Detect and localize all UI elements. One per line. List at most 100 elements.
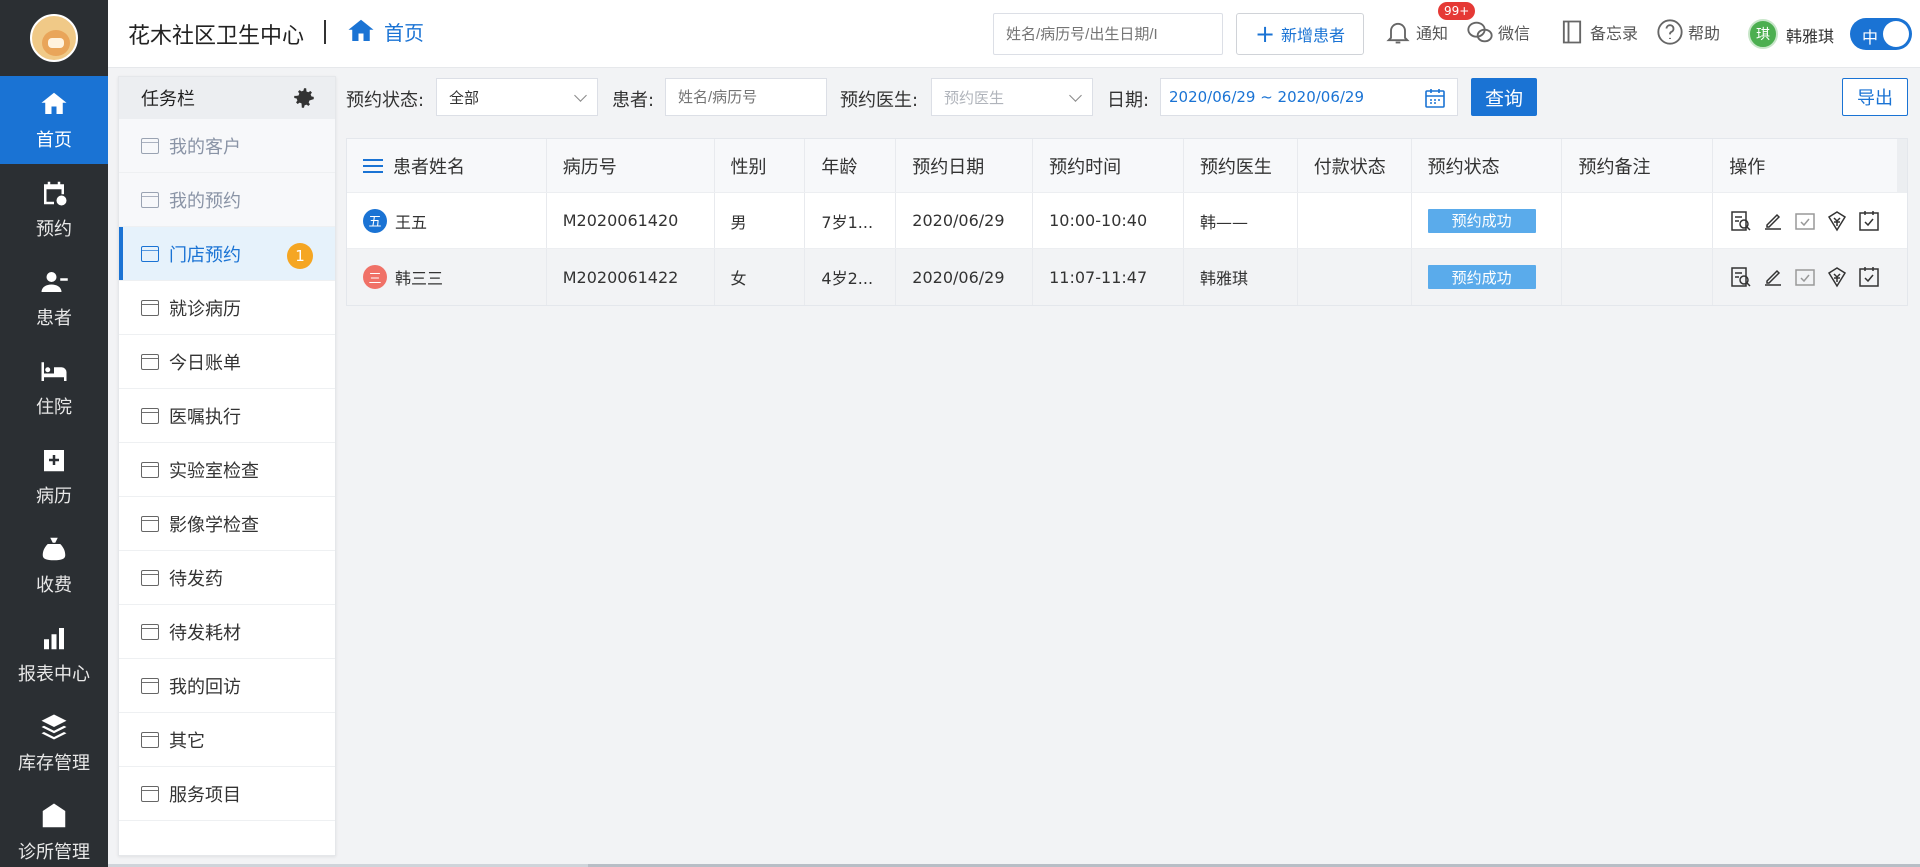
date-range-value: 2020/06/29 ~ 2020/06/29: [1169, 88, 1365, 106]
nav-item-label: 报表中心: [18, 663, 90, 685]
task-item-imaging[interactable]: 影像学检查: [119, 497, 335, 551]
nav-item-inventory[interactable]: 库存管理: [0, 698, 108, 787]
status-select[interactable]: 全部: [436, 78, 598, 116]
nav-item-inpatient[interactable]: 住院: [0, 342, 108, 431]
help-icon: [1657, 19, 1683, 45]
table-header: 患者姓名 病历号 性别 年龄 预约日期 预约时间 预约医生 付款状态 预约状态 …: [347, 139, 1907, 193]
doctor-filter-label: 预约医生:: [840, 90, 919, 111]
breadcrumb[interactable]: 首页: [346, 16, 424, 46]
chevron-down-icon: [1069, 89, 1082, 102]
memo-button[interactable]: 备忘录: [1558, 18, 1638, 46]
cell-actions: [1713, 193, 1907, 248]
user-name[interactable]: 韩雅琪: [1786, 23, 1834, 47]
book-icon: [1562, 20, 1582, 44]
avatar[interactable]: [30, 14, 78, 62]
nav-item-billing[interactable]: 收费: [0, 520, 108, 609]
checkin-calendar-icon[interactable]: [1793, 209, 1817, 233]
language-label: 中: [1862, 28, 1879, 47]
add-patient-button[interactable]: + 新增患者: [1236, 13, 1364, 55]
help-button[interactable]: 帮助: [1656, 18, 1720, 46]
calendar-icon: [141, 731, 159, 748]
clinic-icon: [42, 803, 66, 827]
task-panel-title: 任务栏: [141, 89, 195, 110]
task-item-my-customers[interactable]: 我的客户: [119, 119, 335, 173]
view-record-icon[interactable]: [1729, 265, 1753, 289]
cell-doctor: 韩——: [1184, 193, 1298, 248]
task-item-label: 待发药: [169, 568, 223, 590]
export-button[interactable]: 导出: [1842, 78, 1908, 116]
task-item-today-bills[interactable]: 今日账单: [119, 335, 335, 389]
medical-record-icon: [44, 449, 64, 471]
nav-item-patient[interactable]: 患者: [0, 253, 108, 342]
cell-gender: 女: [715, 249, 806, 305]
doctor-select-placeholder: 预约医生: [944, 88, 1005, 107]
wechat-icon: [1467, 21, 1493, 43]
patient-name[interactable]: 韩三三: [395, 265, 443, 289]
appointment-table: 患者姓名 病历号 性别 年龄 预约日期 预约时间 预约医生 付款状态 预约状态 …: [346, 138, 1908, 306]
confirm-icon[interactable]: [1857, 209, 1881, 233]
nav-item-clinic[interactable]: 诊所管理: [0, 787, 108, 867]
help-label: 帮助: [1688, 24, 1721, 43]
count-badge: 1: [287, 243, 313, 269]
cell-payment: [1298, 193, 1412, 248]
patient-filter-input[interactable]: [665, 78, 827, 116]
payment-icon[interactable]: [1825, 209, 1849, 233]
gear-icon[interactable]: [291, 85, 317, 111]
task-item-other[interactable]: 其它: [119, 713, 335, 767]
task-item-pending-materials[interactable]: 待发耗材: [119, 605, 335, 659]
status-select-value: 全部: [449, 88, 480, 107]
query-button[interactable]: 查询: [1471, 78, 1537, 116]
nav-item-reports[interactable]: 报表中心: [0, 609, 108, 698]
task-item-services[interactable]: 服务项目: [119, 767, 335, 821]
cell-date: 2020/06/29: [896, 193, 1034, 248]
bar-chart-icon: [44, 627, 64, 649]
payment-icon[interactable]: [1825, 265, 1849, 289]
task-item-store-appointments[interactable]: 门店预约 1: [119, 227, 335, 281]
date-range-picker[interactable]: 2020/06/29 ~ 2020/06/29: [1160, 78, 1458, 116]
date-filter-label: 日期:: [1107, 90, 1150, 111]
user-icon: [41, 271, 68, 292]
task-item-my-appointments[interactable]: 我的预约: [119, 173, 335, 227]
column-header-payment: 付款状态: [1298, 139, 1412, 192]
task-item-label: 我的客户: [169, 136, 241, 158]
task-panel-header: 任务栏: [119, 77, 335, 119]
top-header: 花木社区卫生中心 首页 + 新增患者 通知 99+ 微信 备忘录 帮助 琪 韩雅…: [108, 0, 1920, 68]
patient-chip: 五: [363, 208, 387, 233]
language-toggle[interactable]: 中: [1850, 18, 1912, 50]
calendar-icon: [141, 137, 159, 154]
task-item-visit-records[interactable]: 就诊病历: [119, 281, 335, 335]
wechat-button[interactable]: 微信: [1466, 18, 1530, 46]
task-item-lab[interactable]: 实验室检查: [119, 443, 335, 497]
confirm-icon[interactable]: [1857, 265, 1881, 289]
calendar-icon: [141, 245, 159, 262]
patient-search-input[interactable]: [993, 13, 1223, 55]
doctor-select[interactable]: 预约医生: [931, 78, 1093, 116]
edit-icon[interactable]: [1761, 209, 1785, 233]
task-item-followups[interactable]: 我的回访: [119, 659, 335, 713]
notify-button[interactable]: 通知: [1384, 18, 1448, 46]
column-header-age: 年龄: [805, 139, 897, 192]
user-avatar[interactable]: 琪: [1748, 19, 1778, 49]
cell-record: M2020061420: [547, 193, 715, 248]
checkin-calendar-icon[interactable]: [1793, 265, 1817, 289]
view-record-icon[interactable]: [1729, 209, 1753, 233]
nav-item-label: 库存管理: [18, 752, 90, 774]
table-scrollbar[interactable]: [1897, 139, 1907, 193]
task-item-pending-drugs[interactable]: 待发药: [119, 551, 335, 605]
nav-item-medical-record[interactable]: 病历: [0, 431, 108, 520]
task-item-label: 待发耗材: [169, 622, 241, 644]
calendar-icon: [141, 515, 159, 532]
column-header-name[interactable]: 患者姓名: [347, 139, 547, 192]
column-header-label: 患者姓名: [393, 156, 465, 178]
edit-icon[interactable]: [1761, 265, 1785, 289]
cell-payment: [1298, 249, 1412, 305]
table-row[interactable]: 五 王五 M2020061420 男 7岁1... 2020/06/29 10:…: [347, 193, 1907, 249]
patient-name[interactable]: 王五: [395, 209, 427, 233]
add-patient-label: 新增患者: [1281, 26, 1346, 45]
task-item-orders[interactable]: 医嘱执行: [119, 389, 335, 443]
table-row[interactable]: 三 韩三三 M2020061422 女 4岁2... 2020/06/29 11…: [347, 249, 1907, 305]
wechat-label: 微信: [1498, 24, 1531, 43]
nav-item-home[interactable]: 首页: [0, 76, 108, 164]
nav-item-appointment[interactable]: 预约: [0, 164, 108, 253]
calendar-icon: [141, 299, 159, 316]
